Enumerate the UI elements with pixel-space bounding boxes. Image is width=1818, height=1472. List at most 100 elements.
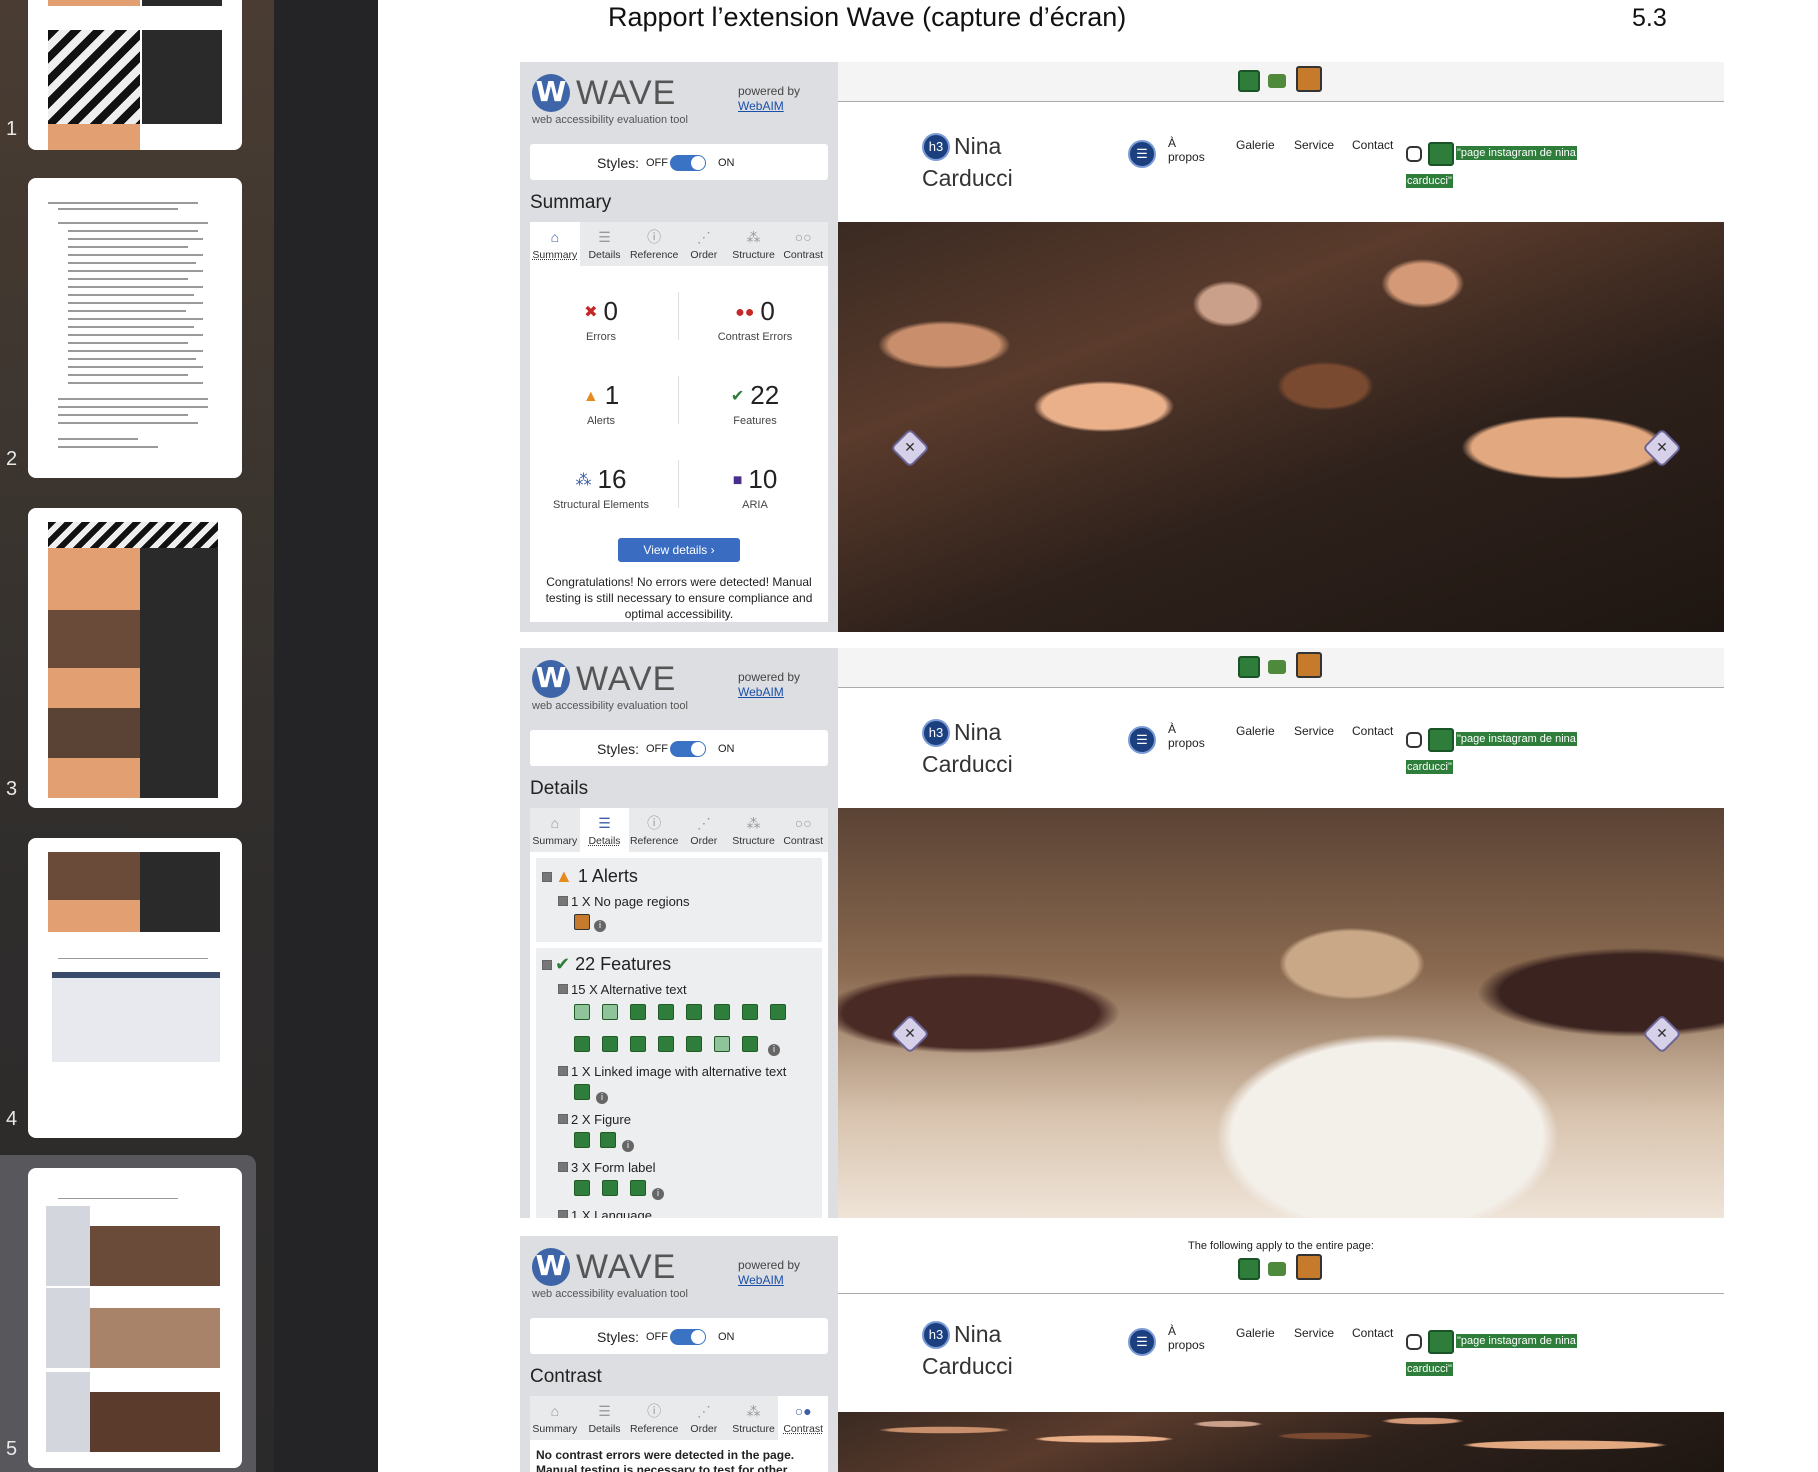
- alt-text-icon[interactable]: [686, 1036, 702, 1052]
- tab-reference[interactable]: ⓘ Reference: [629, 1396, 679, 1440]
- feature-item-alt-text[interactable]: 15 X Alternative text: [558, 982, 687, 997]
- alt-text-icon[interactable]: [714, 1036, 730, 1052]
- nav-galerie[interactable]: Galerie: [1236, 724, 1275, 738]
- list-icon[interactable]: ☰: [1128, 140, 1156, 168]
- alt-text-icon[interactable]: [742, 1036, 758, 1052]
- alt-text-icon[interactable]: [574, 1004, 590, 1020]
- form-label-icon[interactable]: [574, 1180, 590, 1196]
- lang-fr-icon[interactable]: [1268, 660, 1286, 674]
- nav-about[interactable]: Àpropos: [1168, 1324, 1205, 1352]
- webaim-link[interactable]: WebAIM: [738, 1273, 784, 1287]
- language-icon[interactable]: [1238, 1258, 1260, 1280]
- tab-reference[interactable]: ⓘ Reference: [629, 222, 679, 266]
- alt-text-icon[interactable]: [686, 1004, 702, 1020]
- features-heading[interactable]: ✔ 22 Features: [542, 954, 671, 975]
- carousel-next-icon[interactable]: ✕: [1642, 428, 1682, 468]
- tab-order[interactable]: ⋰ Order: [679, 808, 729, 852]
- lang-fr-icon[interactable]: [1268, 1262, 1286, 1276]
- alt-text-icon[interactable]: [630, 1004, 646, 1020]
- instagram-icon[interactable]: [1406, 732, 1422, 748]
- carousel-prev-icon[interactable]: ✕: [890, 1014, 930, 1054]
- checkbox[interactable]: [542, 960, 552, 970]
- carousel-prev-icon[interactable]: ✕: [890, 428, 930, 468]
- feature-item-form-label[interactable]: 3 X Form label: [558, 1160, 656, 1175]
- nav-contact[interactable]: Contact: [1352, 138, 1393, 152]
- checkbox[interactable]: [558, 984, 568, 994]
- list-icon[interactable]: ☰: [1128, 1328, 1156, 1356]
- tab-reference[interactable]: ⓘ Reference: [629, 808, 679, 852]
- tab-summary[interactable]: ⌂ Summary: [530, 808, 580, 852]
- tab-structure[interactable]: ⁂ Structure: [729, 1396, 779, 1440]
- lang-fr-icon[interactable]: [1268, 74, 1286, 88]
- tab-details[interactable]: ☰ Details: [579, 808, 630, 852]
- nav-about[interactable]: Àpropos: [1168, 136, 1205, 164]
- tab-order[interactable]: ⋰ Order: [679, 222, 729, 266]
- nav-contact[interactable]: Contact: [1352, 1326, 1393, 1340]
- feature-item-linked-image[interactable]: 1 X Linked image with alternative text: [558, 1064, 786, 1079]
- alt-text-icon[interactable]: [630, 1036, 646, 1052]
- slide-canvas[interactable]: Rapport l’extension Wave (capture d’écra…: [378, 0, 1818, 1472]
- alt-text-icon[interactable]: [658, 1036, 674, 1052]
- nav-galerie[interactable]: Galerie: [1236, 1326, 1275, 1340]
- slide-thumbnail-1[interactable]: [28, 0, 242, 150]
- alert-item-no-page-regions[interactable]: 1 X No page regions: [558, 894, 690, 909]
- nav-service[interactable]: Service: [1294, 1326, 1334, 1340]
- alerts-heading[interactable]: ▲ 1 Alerts: [542, 866, 638, 887]
- form-label-icon[interactable]: [602, 1180, 618, 1196]
- styles-toggle[interactable]: [670, 741, 706, 757]
- styles-toggle[interactable]: [670, 155, 706, 171]
- list-icon[interactable]: ☰: [1128, 726, 1156, 754]
- slide-thumbnail-5[interactable]: [28, 1168, 242, 1468]
- checkbox[interactable]: [542, 872, 552, 882]
- nav-contact[interactable]: Contact: [1352, 724, 1393, 738]
- tab-contrast[interactable]: ○● Contrast: [778, 1396, 829, 1440]
- linked-image-icon[interactable]: [1428, 728, 1454, 752]
- tab-summary[interactable]: ⌂ Summary: [530, 1396, 580, 1440]
- alt-text-icon[interactable]: [574, 1036, 590, 1052]
- nav-galerie[interactable]: Galerie: [1236, 138, 1275, 152]
- carousel-next-icon[interactable]: ✕: [1642, 1014, 1682, 1054]
- tab-details[interactable]: ☰ Details: [580, 222, 630, 266]
- no-page-regions-alert-icon[interactable]: [574, 914, 590, 930]
- h3-icon[interactable]: h3: [922, 133, 950, 161]
- checkbox[interactable]: [558, 1210, 568, 1218]
- form-label-icon[interactable]: [630, 1180, 646, 1196]
- h3-icon[interactable]: h3: [922, 719, 950, 747]
- info-icon[interactable]: i: [622, 1140, 634, 1152]
- tab-contrast[interactable]: ○○ Contrast: [778, 808, 828, 852]
- alt-text-icon[interactable]: [770, 1004, 786, 1020]
- feature-item-language[interactable]: 1 X Language: [558, 1208, 652, 1218]
- tab-order[interactable]: ⋰ Order: [679, 1396, 729, 1440]
- tab-contrast[interactable]: ○○ Contrast: [778, 222, 828, 266]
- language-icon[interactable]: [1238, 70, 1260, 92]
- instagram-icon[interactable]: [1406, 1334, 1422, 1350]
- tab-structure[interactable]: ⁂ Structure: [729, 808, 779, 852]
- alt-text-icon[interactable]: [714, 1004, 730, 1020]
- info-icon[interactable]: i: [594, 920, 606, 932]
- checkbox[interactable]: [558, 1162, 568, 1172]
- nav-service[interactable]: Service: [1294, 138, 1334, 152]
- tab-structure[interactable]: ⁂ Structure: [729, 222, 779, 266]
- tab-summary[interactable]: ⌂ Summary: [530, 222, 580, 266]
- figure-icon[interactable]: [574, 1132, 590, 1148]
- slide-thumbnail-4[interactable]: [28, 838, 242, 1138]
- nav-service[interactable]: Service: [1294, 724, 1334, 738]
- tab-details[interactable]: ☰ Details: [580, 1396, 630, 1440]
- checkbox[interactable]: [558, 896, 568, 906]
- linked-image-icon[interactable]: [1428, 142, 1454, 166]
- h3-icon[interactable]: h3: [922, 1321, 950, 1349]
- alt-text-icon[interactable]: [742, 1004, 758, 1020]
- instagram-icon[interactable]: [1406, 146, 1422, 162]
- webaim-link[interactable]: WebAIM: [738, 685, 784, 699]
- feature-item-figure[interactable]: 2 X Figure: [558, 1112, 631, 1127]
- slide-thumbnail-3[interactable]: [28, 508, 242, 808]
- figure-icon[interactable]: [600, 1132, 616, 1148]
- checkbox[interactable]: [558, 1114, 568, 1124]
- styles-toggle[interactable]: [670, 1329, 706, 1345]
- no-page-regions-alert-icon[interactable]: [1296, 1254, 1322, 1280]
- alt-text-icon[interactable]: [602, 1036, 618, 1052]
- no-page-regions-alert-icon[interactable]: [1296, 652, 1322, 678]
- nav-about[interactable]: Àpropos: [1168, 722, 1205, 750]
- view-details-button[interactable]: View details ›: [618, 538, 740, 562]
- no-page-regions-alert-icon[interactable]: [1296, 66, 1322, 92]
